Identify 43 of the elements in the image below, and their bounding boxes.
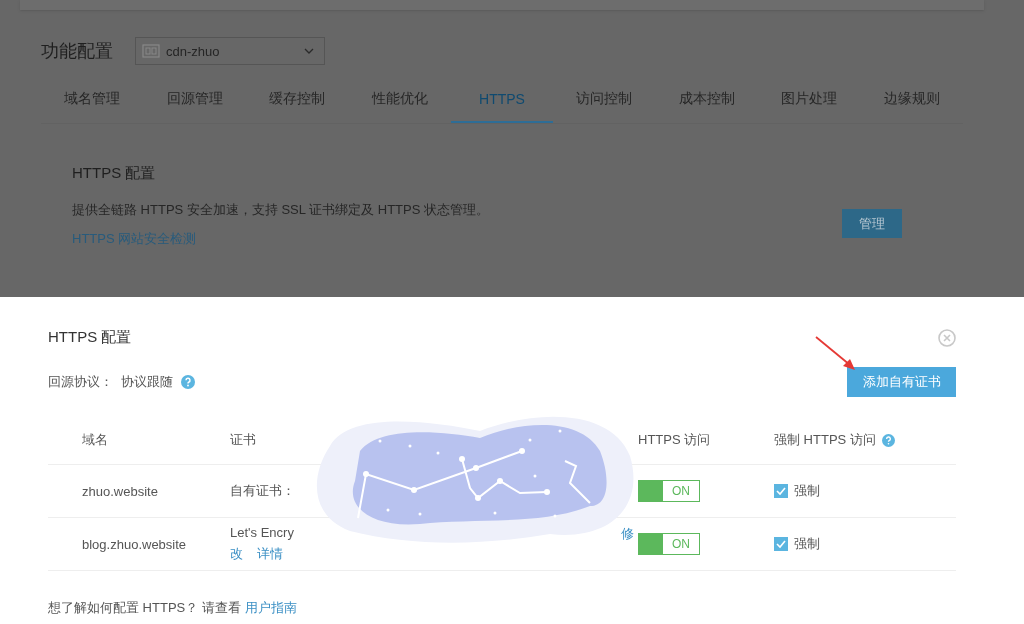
toggle-switch[interactable]: ON	[638, 480, 700, 502]
column-header: 域名	[82, 431, 108, 449]
section-title: HTTPS 配置	[72, 164, 157, 183]
arrow-annotation	[814, 335, 858, 373]
chevron-down-icon	[304, 48, 314, 54]
column-header: 强制 HTTPS 访问	[774, 431, 876, 449]
column-header: HTTPS 访问	[638, 431, 711, 449]
origin-protocol-value: 协议跟随	[121, 373, 173, 391]
section-description: 提供全链路 HTTPS 安全加速，支持 SSL 证书绑定及 HTTPS 状态管理。	[72, 201, 490, 219]
checkbox[interactable]	[774, 484, 788, 498]
tab[interactable]: 成本控制	[655, 77, 759, 123]
help-icon[interactable]	[881, 433, 895, 447]
add-certificate-button[interactable]: 添加自有证书	[847, 367, 956, 397]
instance-dropdown[interactable]: cdn-zhuo	[135, 37, 325, 65]
checkbox-label: 强制	[794, 535, 820, 553]
edit-link[interactable]: 改	[230, 545, 243, 563]
tab[interactable]: 性能优化	[348, 77, 451, 123]
dropdown-value: cdn-zhuo	[166, 43, 221, 59]
tab[interactable]: HTTPS	[450, 77, 554, 123]
dialog-title: HTTPS 配置	[48, 328, 132, 347]
domain-cell: blog.zhuo.website	[82, 536, 187, 552]
origin-protocol-label: 回源协议：	[48, 373, 113, 391]
checkbox[interactable]	[774, 537, 788, 551]
edit-link[interactable]: 修	[621, 525, 634, 543]
page-title: 功能配置	[41, 40, 113, 63]
help-icon[interactable]	[181, 375, 195, 389]
tab[interactable]: 域名管理	[41, 77, 144, 123]
tab[interactable]: 缓存控制	[245, 77, 349, 123]
column-header: 证书	[230, 431, 256, 449]
tab[interactable]: 边缘规则	[860, 77, 963, 123]
server-icon	[142, 44, 160, 58]
user-guide-link[interactable]: 用户指南	[244, 599, 297, 617]
details-link[interactable]: 详情	[257, 545, 283, 563]
domain-cell: zhuo.website	[82, 483, 158, 499]
certificate-cell: 自有证书：	[230, 482, 295, 500]
tab[interactable]: 图片处理	[758, 77, 861, 123]
checkbox-label: 强制	[794, 482, 820, 500]
toggle-switch[interactable]: ON	[638, 533, 700, 555]
tab[interactable]: 访问控制	[553, 77, 656, 123]
help-text: 想了解如何配置 HTTPS？ 请查看	[48, 599, 241, 617]
manage-button[interactable]: 管理	[842, 209, 902, 238]
certificate-cell-text: Let's Encry	[230, 525, 294, 542]
close-icon[interactable]	[938, 328, 956, 347]
